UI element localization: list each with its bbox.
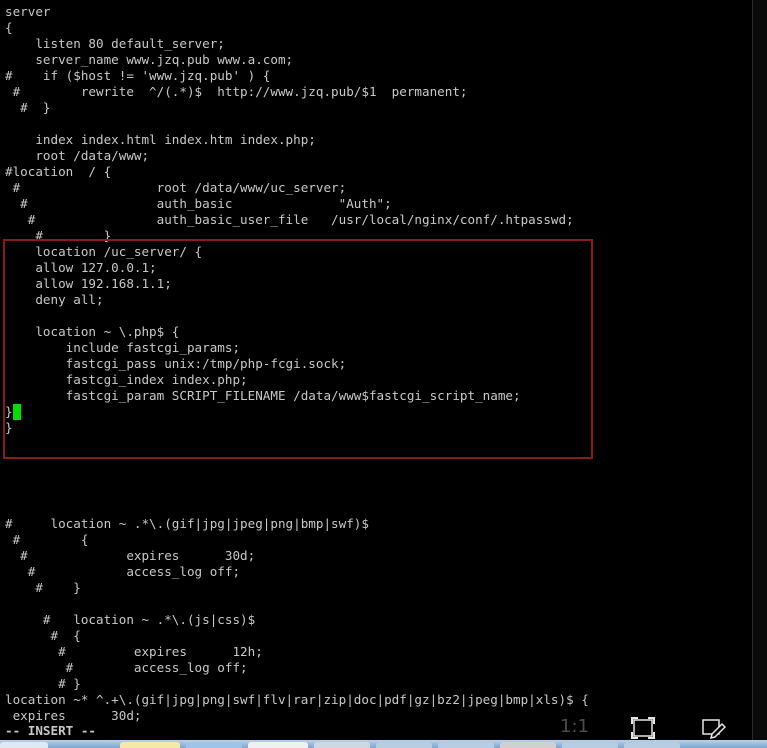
taskbar-item[interactable]	[120, 742, 180, 748]
taskbar-item[interactable]	[314, 742, 370, 748]
taskbar-item[interactable]	[624, 742, 680, 748]
code-line[interactable]: expires 30d;	[5, 708, 142, 724]
code-line[interactable]: # location ~ .*\.(js|css)$	[5, 612, 255, 628]
terminal-window[interactable]: server{ listen 80 default_server; server…	[0, 0, 752, 740]
code-line[interactable]: index index.html index.htm index.php;	[5, 132, 316, 148]
code-line[interactable]: {	[5, 20, 13, 36]
taskbar-item[interactable]	[562, 742, 618, 748]
code-line[interactable]: root /data/www;	[5, 148, 149, 164]
code-line[interactable]: # auth_basic_user_file /usr/local/nginx/…	[5, 212, 574, 228]
edit-screenshot-icon[interactable]	[700, 716, 727, 740]
taskbar-item[interactable]	[500, 742, 556, 748]
code-line[interactable]: # root /data/www/uc_server;	[5, 180, 347, 196]
code-line[interactable]: # location ~ .*\.(gif|jpg|jpeg|png|bmp|s…	[5, 516, 369, 532]
code-line[interactable]: # }	[5, 676, 81, 692]
start-orb-icon[interactable]	[0, 742, 48, 748]
fullscreen-icon[interactable]	[630, 716, 656, 740]
terminal-scrollbar[interactable]	[752, 0, 767, 740]
code-line[interactable]: server	[5, 4, 51, 20]
code-line[interactable]: server_name www.jzq.pub www.a.com;	[5, 52, 293, 68]
code-line[interactable]: # {	[5, 532, 89, 548]
code-line[interactable]: # auth_basic "Auth";	[5, 196, 392, 212]
taskbar-item[interactable]	[186, 742, 242, 748]
taskbar-item[interactable]	[248, 742, 308, 748]
code-line[interactable]: # if ($host != 'www.jzq.pub' ) {	[5, 68, 270, 84]
taskbar	[0, 740, 767, 748]
highlight-box	[3, 239, 593, 459]
code-line[interactable]: # expires 12h;	[5, 644, 263, 660]
code-line[interactable]: location ~* ^.+\.(gif|jpg|png|swf|flv|ra…	[5, 692, 589, 708]
code-line[interactable]: #location / {	[5, 164, 111, 180]
zoom-level-label[interactable]: 1:1	[560, 716, 589, 738]
taskbar-item[interactable]	[438, 742, 494, 748]
code-line[interactable]: # {	[5, 628, 80, 644]
code-line[interactable]: # }	[5, 580, 81, 596]
taskbar-item[interactable]	[376, 742, 432, 748]
code-line[interactable]: listen 80 default_server;	[5, 36, 225, 52]
code-line[interactable]: # access_log off;	[5, 564, 240, 580]
code-line[interactable]: # expires 30d;	[5, 548, 255, 564]
code-line[interactable]: # access_log off;	[5, 660, 248, 676]
code-line[interactable]: # rewrite ^/(.*)$ http://www.jzq.pub/$1 …	[5, 84, 468, 100]
code-line[interactable]: # }	[5, 100, 50, 116]
vim-mode-indicator: -- INSERT --	[5, 723, 96, 738]
screenshot-viewer: server{ listen 80 default_server; server…	[0, 0, 767, 748]
